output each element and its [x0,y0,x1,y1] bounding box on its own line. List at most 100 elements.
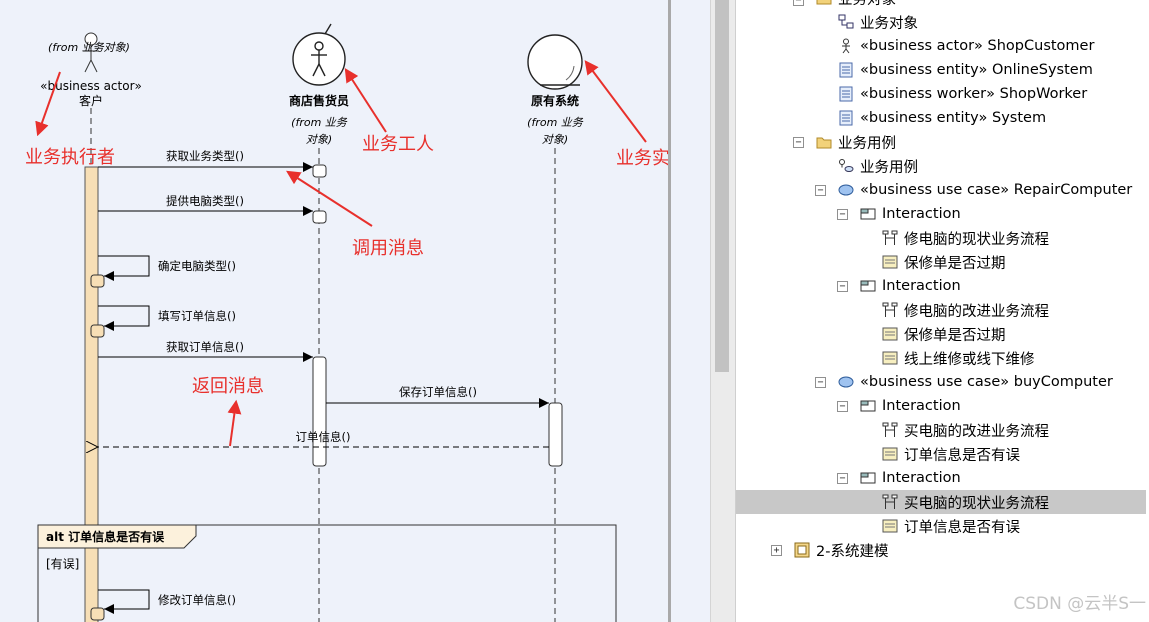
collapse-toggle[interactable]: − [815,377,826,388]
note-icon [882,447,898,461]
tree-item-shop-worker[interactable]: «business worker» ShopWorker [838,82,1087,106]
annotation-arrow [344,68,387,133]
usecase-icon [838,184,854,196]
worker-from-2: 对象) [306,133,332,146]
actor-name: 客户 [79,93,103,108]
actor-activation-bar[interactable] [84,166,99,622]
message-label: 确定电脑类型() [158,259,236,273]
tree-item-business-objects-folder[interactable]: 业务对象 [816,0,896,10]
annotation-return: 返回消息 [192,376,264,397]
worker-from-1: (from 业务 [291,116,348,129]
note-icon [882,351,898,365]
interaction-icon [860,208,876,220]
sequence-icon [882,302,898,317]
tree-item-business-objects-diagram[interactable]: 业务对象 [838,10,918,34]
entity-from-1: (from 业务 [527,116,584,129]
alt-fragment-title: alt 订单信息是否有误 [46,529,165,544]
tree-item-repair-computer[interactable]: «business use case» RepairComputer [838,178,1132,202]
tree-item-note[interactable]: 订单信息是否有误 [882,514,1020,538]
collapse-toggle[interactable]: − [837,473,848,484]
tree-item-note[interactable]: 保修单是否过期 [882,250,1006,274]
tree-item-business-usecase-folder[interactable]: 业务用例 [816,130,896,154]
interaction-icon [860,280,876,292]
annotation-worker: 业务工人 [362,134,434,155]
tree-item-sequence-diagram-selected[interactable]: 买电脑的现状业务流程 [736,490,1146,514]
tree-item-system[interactable]: «business entity» System [838,106,1046,130]
project-browser-tree[interactable]: − 业务对象 业务对象 «business actor» ShopCustome… [735,0,1149,622]
entity-from-2: 对象) [542,133,568,146]
scrollbar-thumb[interactable] [715,0,729,372]
self-message-arrow[interactable] [98,305,150,331]
worker-activation-3[interactable] [312,356,327,467]
tree-item-interaction[interactable]: Interaction [860,394,961,418]
tree-item-sequence-diagram[interactable]: 修电脑的改进业务流程 [882,298,1049,322]
entity-icon [839,86,853,102]
interaction-icon [860,400,876,412]
note-icon [882,327,898,341]
entity-name: 原有系统 [531,93,579,108]
tree-item-interaction[interactable]: Interaction [860,202,961,226]
collapse-toggle[interactable]: − [837,209,848,220]
usecase-diagram-icon [839,159,854,172]
tree-item-interaction[interactable]: Interaction [860,274,961,298]
expand-toggle[interactable]: + [771,545,782,556]
worker-name: 商店售货员 [289,93,349,108]
message-label: 订单信息() [296,430,351,444]
actor-from-label: (from 业务对象) [48,41,130,54]
sequence-icon [882,494,898,509]
actor-self-activation-2[interactable] [90,324,105,338]
actor-self-activation-3[interactable] [90,607,105,621]
self-message-arrow[interactable] [98,255,150,281]
folder-icon [816,137,832,149]
actor-self-activation-1[interactable] [90,274,105,288]
annotation-actor: 业务执行者 [25,147,115,168]
collapse-toggle[interactable]: − [837,281,848,292]
business-entity-icon[interactable] [527,34,583,90]
tree-item-system-modeling[interactable]: 2-系统建模 [794,538,888,562]
tree-item-sequence-diagram[interactable]: 买电脑的改进业务流程 [882,418,1049,442]
entity-activation[interactable] [548,402,563,467]
worker-activation-1[interactable] [312,164,327,178]
tree-item-sequence-diagram[interactable]: 修电脑的现状业务流程 [882,226,1049,250]
sequence-icon [882,230,898,245]
folder-icon [816,0,832,5]
collapse-toggle[interactable]: − [837,401,848,412]
tree-item-interaction[interactable]: Interaction [860,466,961,490]
message-label: 填写订单信息() [158,309,236,323]
tree-item-note[interactable]: 订单信息是否有误 [882,442,1020,466]
entity-icon [839,62,853,78]
worker-activation-2[interactable] [312,210,327,224]
tree-item-business-usecase-diagram[interactable]: 业务用例 [838,154,918,178]
message-label: 提供电脑类型() [166,194,244,208]
tree-item-shop-customer[interactable]: «business actor» ShopCustomer [838,34,1094,58]
message-label: 修改订单信息() [158,593,236,607]
sequence-diagram-canvas[interactable]: (from 业务对象) «business actor» 客户 商店售货员 (f… [0,0,668,622]
sequence-icon [882,422,898,437]
class-diagram-icon [838,14,854,29]
business-worker-icon[interactable] [292,23,346,86]
tree-item-online-system[interactable]: «business entity» OnlineSystem [838,58,1093,82]
message-label: 获取订单信息() [166,340,244,354]
message-label: 获取业务类型() [166,149,244,163]
note-icon [882,519,898,533]
self-message-arrow[interactable] [98,589,150,614]
tree-item-note[interactable]: 线上维修或线下维修 [882,346,1035,370]
note-icon [882,255,898,269]
usecase-icon [838,376,854,388]
annotation-call: 调用消息 [352,238,424,259]
annotation-entity: 业务实体 [616,148,668,169]
package-icon [794,542,810,558]
message-label: 保存订单信息() [399,385,477,399]
collapse-toggle[interactable]: − [815,185,826,196]
vertical-scrollbar[interactable] [710,0,735,622]
splitter-bar[interactable] [668,0,710,622]
actor-icon [842,38,850,54]
annotation-arrow [584,60,647,143]
tree-item-buy-computer[interactable]: «business use case» buyComputer [838,370,1113,394]
collapse-toggle[interactable]: − [793,0,804,6]
interaction-icon [860,472,876,484]
tree-item-note[interactable]: 保修单是否过期 [882,322,1006,346]
watermark: CSDN @云半S一 [1013,594,1146,614]
collapse-toggle[interactable]: − [793,137,804,148]
alt-guard: [有误] [46,557,79,571]
